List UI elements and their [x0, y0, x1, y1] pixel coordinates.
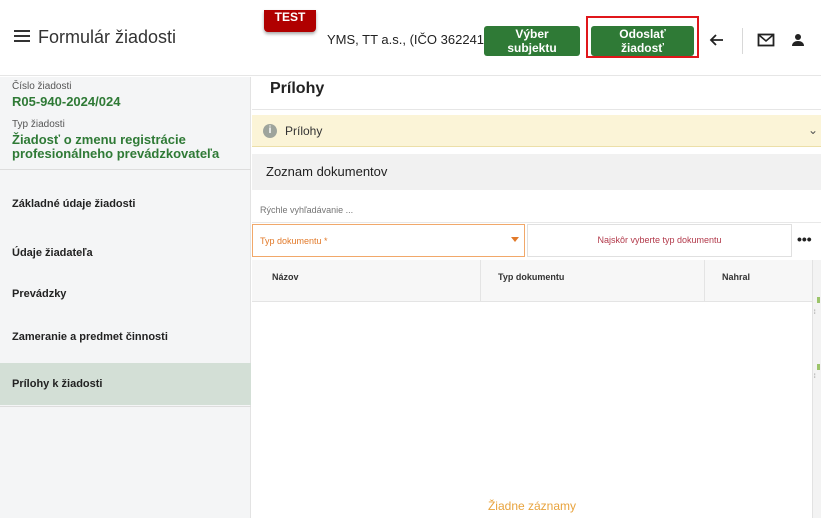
attachments-accordion[interactable]: i Prílohy ⌄ [252, 115, 821, 147]
strip-label: ⁞ [814, 374, 816, 380]
chevron-down-icon: ⌄ [808, 123, 819, 137]
mail-icon[interactable] [754, 28, 778, 52]
filter-row: Typ dokumentu * Najskôr vyberte typ doku… [252, 224, 821, 257]
sidebar: Číslo žiadosti R05-940-2024/024 Typ žiad… [0, 77, 251, 518]
empty-state-text: Žiadne záznamy [487, 499, 577, 513]
submit-request-button[interactable]: Odoslať žiadosť [591, 26, 694, 56]
select-subject-button[interactable]: Výber subjektu [484, 26, 580, 56]
column-header-type[interactable]: Typ dokumentu [498, 272, 564, 282]
sidebar-divider [0, 169, 251, 170]
sidebar-item-basic-info[interactable]: Základné údaje žiadosti [0, 183, 251, 225]
accordion-label: Prílohy [285, 124, 323, 138]
request-type: Žiadosť o zmenu registrácie profesionáln… [12, 132, 220, 161]
request-number-label: Číslo žiadosti [12, 81, 72, 92]
user-icon[interactable] [786, 28, 810, 52]
document-type-placeholder: Typ dokumentu * [260, 236, 328, 246]
title-divider [252, 109, 821, 110]
table-header: Názov Typ dokumentu Nahral [252, 260, 812, 302]
quick-search-input[interactable] [252, 197, 821, 223]
toolbar-divider [742, 28, 743, 54]
info-icon: i [263, 124, 277, 138]
select-type-first-hint: Najskôr vyberte typ dokumentu [527, 224, 792, 257]
strip-marker [817, 364, 820, 370]
sidebar-item-applicant[interactable]: Údaje žiadateľa [0, 232, 251, 274]
page-title: Prílohy [270, 80, 325, 97]
top-bar: Formulár žiadosti TEST YMS, TT a.s., (IČ… [0, 0, 821, 76]
sidebar-item-facilities[interactable]: Prevádzky [0, 273, 251, 315]
more-options-icon[interactable]: ••• [797, 231, 812, 247]
side-panel-strip[interactable]: ⁞ ⁞ [812, 260, 821, 518]
document-type-select[interactable]: Typ dokumentu * [252, 224, 525, 257]
documents-list-title: Zoznam dokumentov [266, 164, 388, 179]
sidebar-item-activity[interactable]: Zameranie a predmet činnosti [0, 316, 251, 358]
column-header-name[interactable]: Názov [272, 272, 299, 282]
main-content: Prílohy i Prílohy ⌄ Zoznam dokumentov Ty… [252, 77, 821, 518]
request-type-label: Typ žiadosti [12, 119, 65, 130]
sidebar-item-attachments[interactable]: Prílohy k žiadosti [0, 363, 251, 405]
documents-list-header: Zoznam dokumentov [252, 154, 821, 190]
app-title: Formulár žiadosti [38, 27, 177, 47]
request-number: R05-940-2024/024 [12, 94, 121, 109]
column-divider [704, 260, 705, 302]
strip-marker [817, 297, 820, 303]
test-badge: TEST [264, 10, 316, 32]
dropdown-caret-icon [511, 237, 519, 242]
hamburger-menu-icon[interactable] [14, 30, 30, 42]
subject-name: YMS, TT a.s., (IČO 36224111) [327, 32, 501, 47]
strip-label: ⁞ [814, 310, 816, 316]
back-arrow-icon[interactable] [705, 28, 729, 52]
column-header-uploaded-by[interactable]: Nahral [722, 272, 750, 282]
column-divider [480, 260, 481, 302]
sidebar-divider [0, 406, 251, 407]
